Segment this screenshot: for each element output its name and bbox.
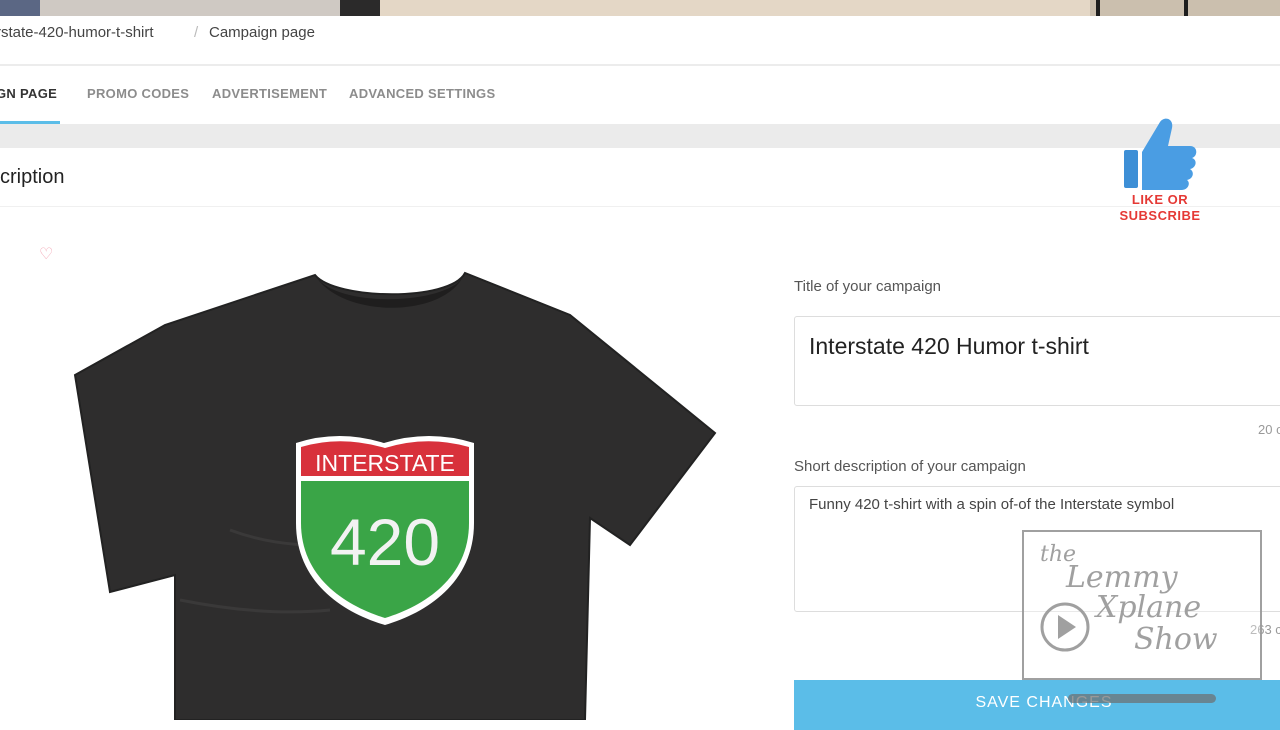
tripod-leg — [1184, 0, 1188, 16]
watermark-xplane: Xplane — [1096, 590, 1202, 625]
breadcrumb-current: Campaign page — [209, 24, 315, 41]
like-subscribe-badge: LIKE OR SUBSCRIBE — [1100, 116, 1220, 226]
subscribe-text: SUBSCRIBE — [1119, 208, 1201, 223]
campaign-title-input[interactable]: Interstate 420 Humor t-shirt — [794, 316, 1280, 406]
tripod-leg — [1096, 0, 1100, 16]
short-description-label: Short description of your campaign — [794, 458, 1026, 475]
campaign-title-value: Interstate 420 Humor t-shirt — [809, 333, 1089, 359]
breadcrumb-campaign-slug[interactable]: rstate-420-humor-t-shirt — [0, 24, 154, 41]
save-changes-button[interactable]: SAVE CHANGES — [794, 680, 1280, 730]
play-icon — [1040, 602, 1090, 652]
short-description-value: Funny 420 t-shirt with a spin of-of the … — [809, 496, 1175, 513]
heart-icon[interactable]: ♡ — [39, 244, 53, 264]
tab-promo-codes[interactable]: PROMO CODES — [87, 86, 189, 101]
watermark-show: Show — [1134, 622, 1218, 657]
tab-advertisement[interactable]: ADVERTISEMENT — [212, 86, 327, 101]
tshirt-mockup: INTERSTATE 420 — [73, 271, 717, 720]
divider — [0, 206, 1280, 207]
like-text: LIKE OR — [1131, 192, 1189, 207]
thumbs-up-icon — [1124, 118, 1197, 190]
tab-advanced-settings[interactable]: ADVANCED SETTINGS — [349, 86, 495, 101]
breadcrumb: rstate-420-humor-t-shirt / Campaign page — [0, 16, 1280, 66]
channel-watermark: the Lemmy Xplane Show — [1022, 530, 1262, 680]
shield-number: 420 — [330, 505, 440, 579]
section-title: cription — [0, 166, 65, 188]
title-char-counter: 20 c — [1258, 422, 1280, 437]
breadcrumb-separator: / — [194, 24, 199, 41]
video-progress-bar — [1068, 694, 1216, 703]
section-spacer — [0, 124, 1280, 148]
tab-campaign-page[interactable]: GN PAGE — [0, 86, 57, 101]
campaign-title-label: Title of your campaign — [794, 278, 942, 295]
video-frame-strip — [0, 0, 1280, 16]
tab-bar: GN PAGE PROMO CODES ADVERTISEMENT ADVANC… — [0, 66, 1280, 124]
shield-top-text: INTERSTATE — [315, 450, 455, 476]
